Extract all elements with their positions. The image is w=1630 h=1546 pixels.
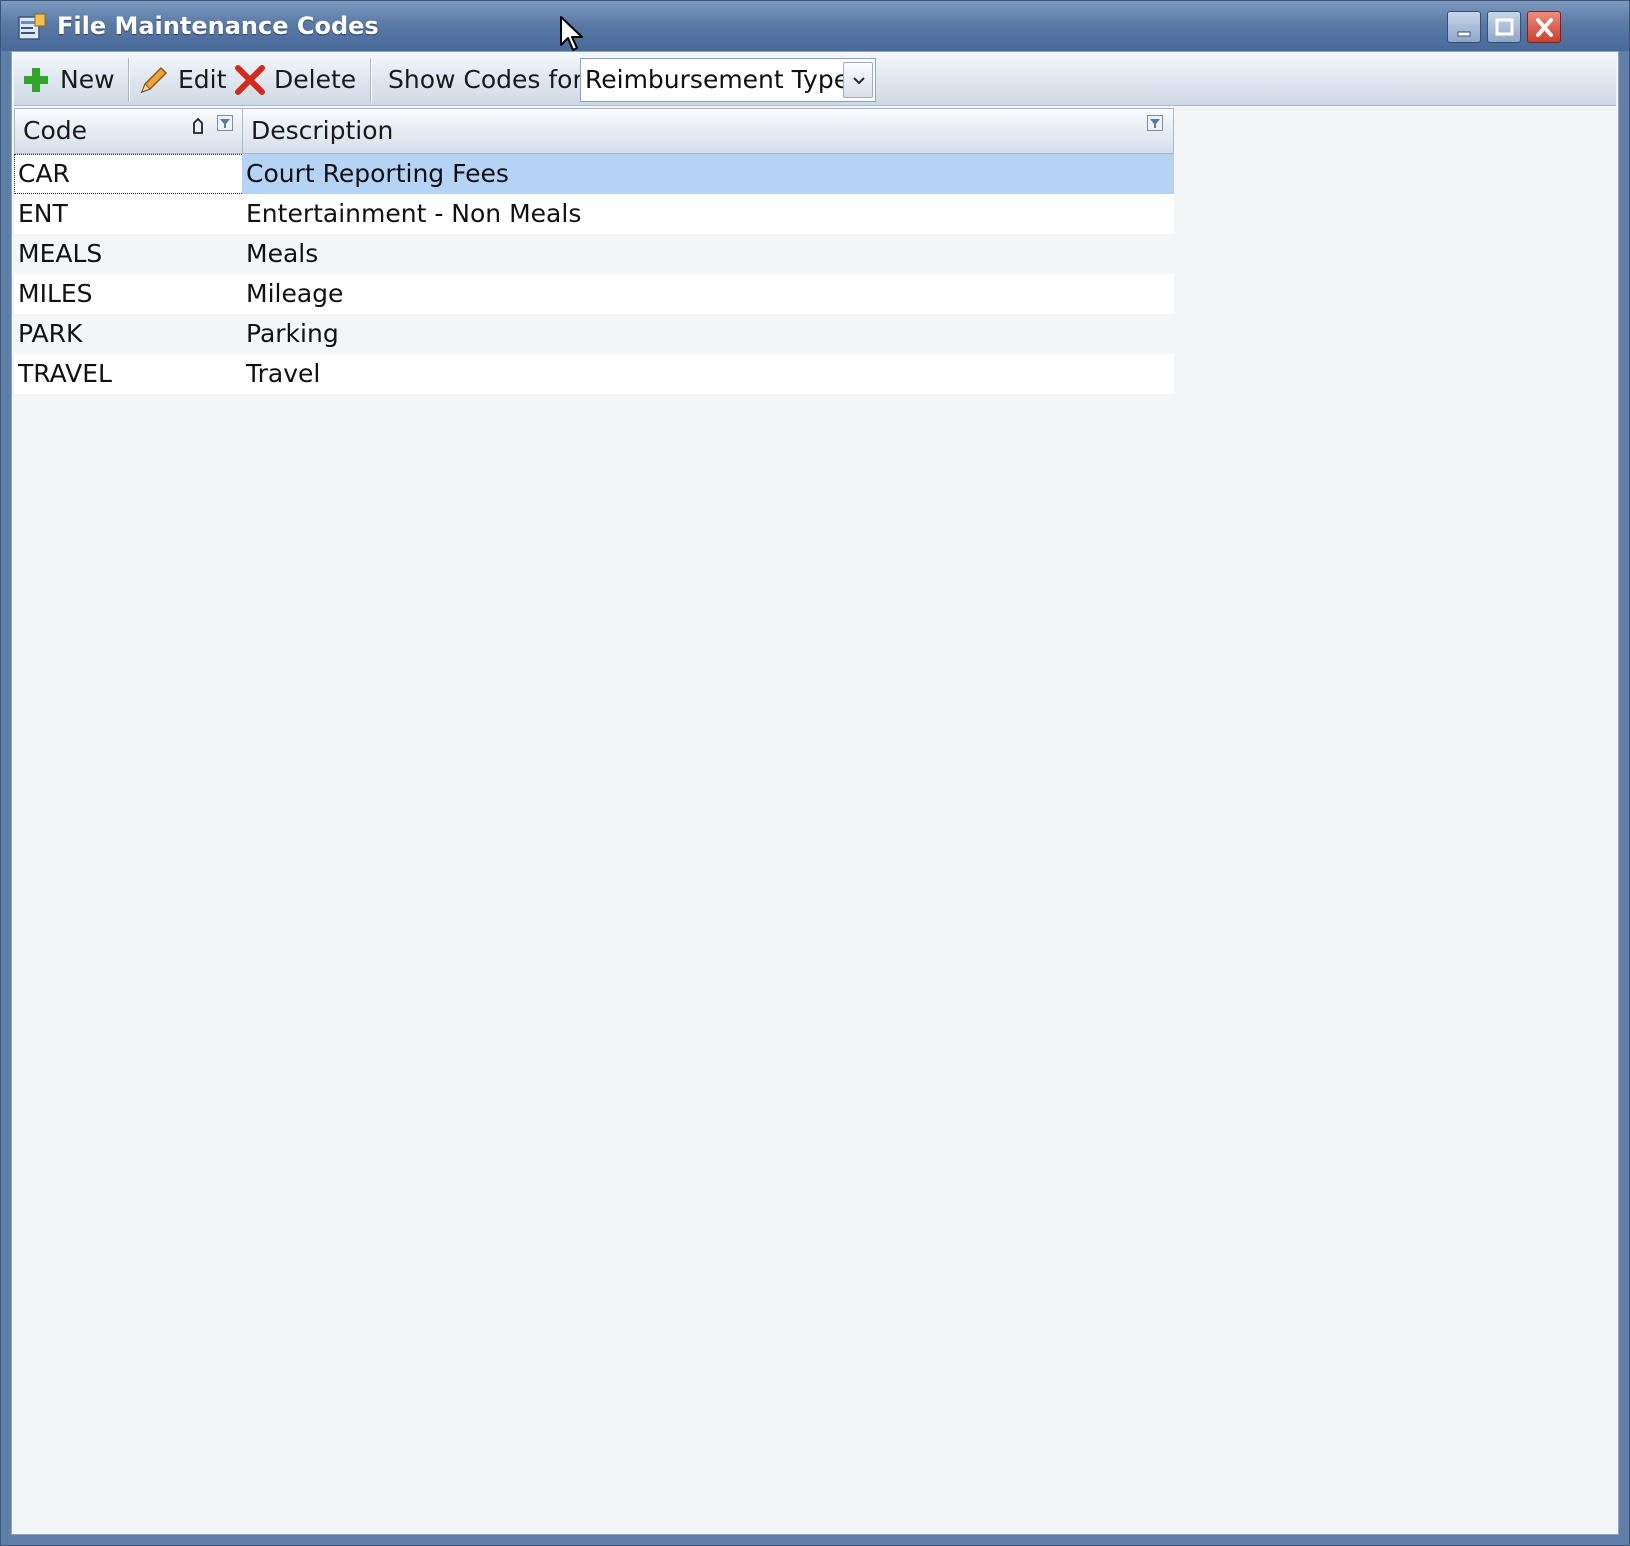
new-button-label: New — [60, 65, 115, 94]
description-cell: Court Reporting Fees — [242, 154, 1174, 194]
column-header-description[interactable]: Description — [243, 109, 1173, 153]
table-row[interactable]: PARK Parking — [14, 314, 1174, 354]
new-button[interactable]: New — [22, 60, 122, 100]
show-codes-value: Reimbursement Types — [585, 65, 863, 94]
app-icon — [18, 13, 46, 40]
edit-button-label: Edit — [178, 65, 227, 94]
sort-ascending-icon — [193, 117, 203, 134]
client-area: New Edit Delete Show Codes for Reimburse… — [11, 51, 1619, 1535]
toolbar-separator — [128, 58, 130, 102]
delete-button-label: Delete — [274, 65, 357, 94]
code-cell: MILES — [18, 279, 93, 308]
show-codes-combobox[interactable]: Reimbursement Types — [580, 58, 876, 102]
toolbar: New Edit Delete Show Codes for Reimburse… — [14, 54, 1616, 106]
filter-icon[interactable] — [1147, 115, 1163, 131]
code-cell: MEALS — [18, 239, 103, 268]
code-cell: PARK — [18, 319, 83, 348]
maximize-icon — [1495, 18, 1514, 36]
app-window: File Maintenance Codes New Edit Delete S… — [0, 0, 1630, 1546]
code-cell: ENT — [18, 199, 68, 228]
grid-header: Code Description — [14, 108, 1174, 154]
show-codes-label: Show Codes for — [388, 65, 583, 94]
filter-icon[interactable] — [217, 115, 233, 131]
table-row[interactable]: MILES Mileage — [14, 274, 1174, 314]
minimize-icon — [1457, 31, 1471, 37]
column-header-code-label: Code — [23, 116, 88, 145]
code-cell: TRAVEL — [18, 359, 112, 388]
plus-icon — [24, 68, 48, 92]
codes-grid: Code Description CAR Court Reporting Fee… — [14, 108, 1174, 394]
maximize-button[interactable] — [1487, 11, 1521, 43]
chevron-down-icon — [853, 77, 865, 85]
window-title: File Maintenance Codes — [57, 12, 379, 40]
description-cell: Entertainment - Non Meals — [246, 199, 582, 228]
table-row[interactable]: TRAVEL Travel — [14, 354, 1174, 394]
close-button[interactable] — [1527, 11, 1561, 43]
delete-button[interactable]: Delete — [234, 60, 360, 100]
column-header-description-label: Description — [251, 116, 394, 145]
description-cell: Travel — [246, 359, 321, 388]
toolbar-separator — [370, 58, 372, 102]
mouse-cursor-icon — [560, 16, 583, 51]
delete-x-icon — [235, 65, 265, 95]
edit-button[interactable]: Edit — [138, 60, 230, 100]
table-row[interactable]: CAR Court Reporting Fees — [14, 154, 1174, 194]
table-row[interactable]: ENT Entertainment - Non Meals — [14, 194, 1174, 234]
title-bar[interactable]: File Maintenance Codes — [1, 1, 1629, 51]
description-cell: Parking — [246, 319, 339, 348]
minimize-button[interactable] — [1447, 11, 1481, 43]
table-row[interactable]: MEALS Meals — [14, 234, 1174, 274]
combobox-dropdown-button[interactable] — [843, 62, 873, 98]
column-header-code[interactable]: Code — [15, 109, 243, 153]
close-icon — [1536, 18, 1553, 37]
description-cell: Mileage — [246, 279, 344, 308]
description-cell: Meals — [246, 239, 319, 268]
code-cell: CAR — [18, 159, 70, 188]
pencil-icon — [140, 66, 168, 94]
